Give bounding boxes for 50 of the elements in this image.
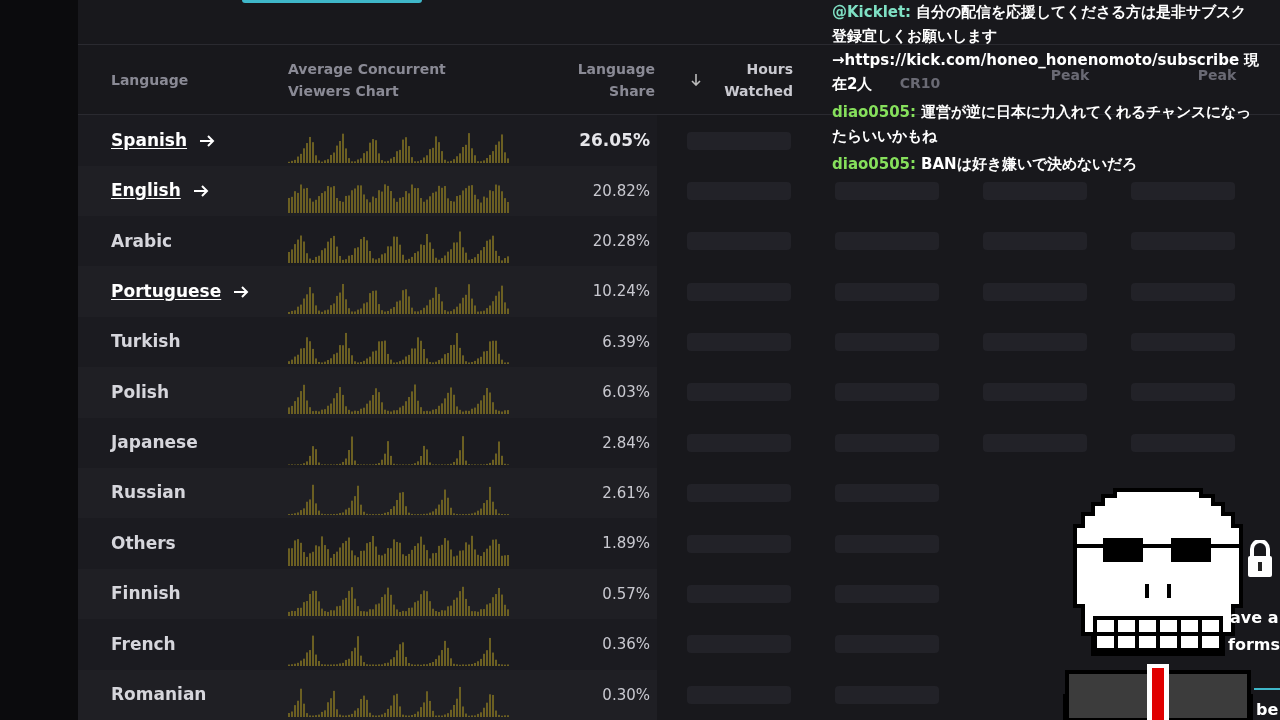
share-value: 2.84% (601, 432, 650, 454)
language-link[interactable]: English (111, 178, 181, 204)
language-name: Arabic (111, 229, 173, 253)
language-name: Russian (111, 481, 186, 505)
share-value: 1.89% (601, 533, 650, 555)
share-value: 6.39% (601, 331, 650, 353)
partial-text: forms (1228, 634, 1280, 656)
share-value: 0.57% (601, 583, 650, 605)
share-value: 0.36% (601, 634, 650, 656)
chat-message-line: 登録宜しくお願いします (832, 26, 997, 47)
chat-message-line: 在2人 (832, 74, 873, 95)
column-header: Peak (1197, 67, 1237, 84)
chat-message-line: →https://kick.com/honeo_honenomoto/subscribe 現 (832, 50, 1260, 70)
language-name: Turkish (111, 330, 181, 354)
chat-message-line: BANは好き嫌いで決めないだろ (921, 154, 1137, 175)
column-header[interactable]: Language (111, 68, 281, 91)
share-value: 10.24% (591, 281, 650, 303)
language-link[interactable]: Portuguese (111, 278, 222, 305)
sort-arrow-icon (691, 73, 701, 86)
language-link[interactable]: Spanish (111, 127, 188, 154)
chat-message-line: たらいいかもね (832, 126, 937, 147)
arrow-right-icon (233, 284, 250, 299)
chat-message-line: 自分の配信を応援してくださる方は是非サブスク (916, 2, 1247, 23)
language-name: Romanian (111, 683, 207, 707)
divider-line (1254, 688, 1280, 690)
share-value: 20.28% (591, 231, 650, 253)
partial-text: ave a (1230, 607, 1279, 629)
column-header[interactable]: Language Share (555, 57, 655, 102)
share-value: 26.05% (578, 128, 650, 152)
language-name: French (111, 632, 176, 656)
arrow-right-icon (192, 183, 209, 198)
column-header[interactable]: Hours Watched (713, 57, 793, 102)
chat-username: @Kicklet: (832, 2, 912, 23)
language-name: Japanese (111, 431, 198, 455)
share-value: 0.30% (601, 684, 650, 706)
share-value: 6.03% (601, 382, 650, 404)
partial-text: be (1256, 699, 1279, 720)
column-header: CR10 (899, 75, 941, 92)
language-name: Finnish (111, 582, 181, 606)
column-header[interactable]: Average Concurrent Viewers Chart (288, 57, 458, 102)
language-name: Others (111, 531, 176, 555)
arrow-right-icon (199, 133, 216, 148)
language-name: Polish (111, 380, 169, 404)
chat-username: diao0505: (832, 154, 917, 175)
chat-username: diao0505: (832, 102, 917, 123)
chat-message-line: 運営が逆に日本に力入れてくれるチャンスになっ (921, 102, 1252, 123)
lock-icon (1247, 540, 1273, 578)
column-header: Peak (1050, 67, 1090, 84)
share-value: 2.61% (601, 483, 650, 504)
share-value: 20.82% (591, 180, 650, 202)
